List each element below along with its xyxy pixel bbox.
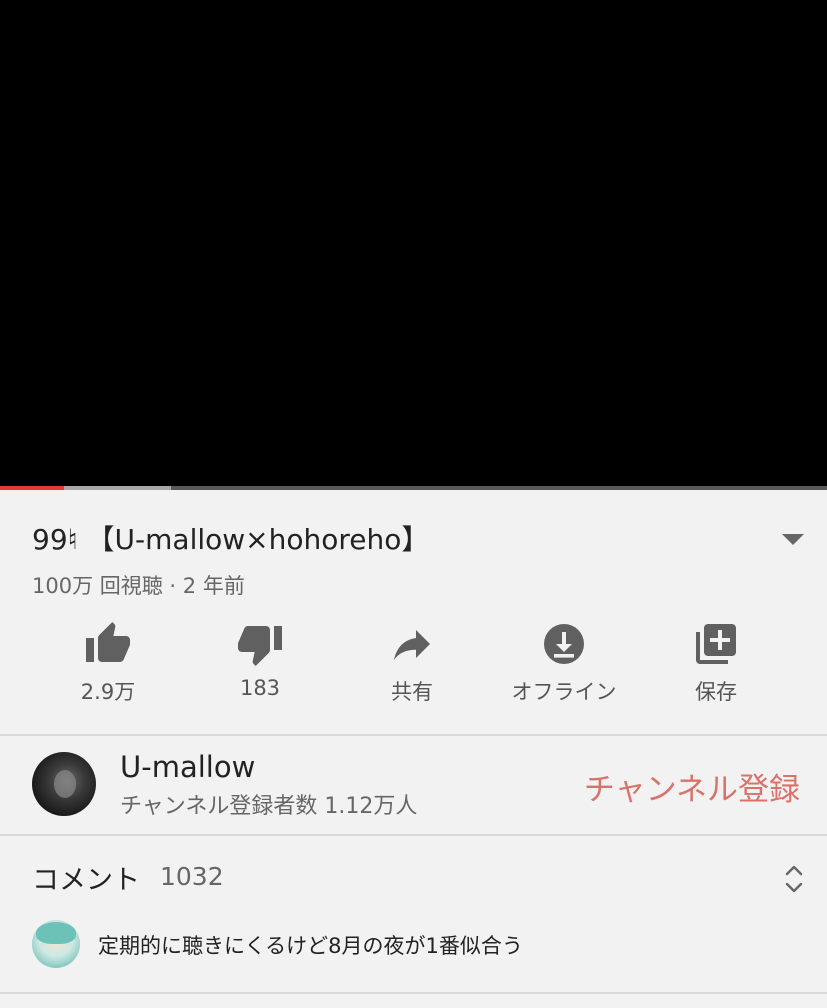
- channel-name[interactable]: U-mallow: [120, 750, 255, 784]
- like-count: 2.9万: [80, 680, 136, 704]
- thumbs-up-icon: [84, 620, 132, 668]
- offline-label: オフライン: [511, 680, 617, 704]
- comments-label: コメント: [32, 865, 140, 896]
- video-player[interactable]: [0, 0, 827, 486]
- like-button[interactable]: 2.9万: [32, 620, 184, 710]
- share-icon: [388, 620, 436, 668]
- share-label: 共有: [391, 680, 433, 704]
- save-button[interactable]: 保存: [640, 620, 792, 710]
- expand-description-icon[interactable]: [782, 534, 804, 545]
- commenter-avatar[interactable]: [32, 920, 80, 968]
- save-label: 保存: [695, 680, 737, 704]
- comments-section[interactable]: コメント 1032 定期的に聴きにくるけど8月の夜が1番似合う: [0, 836, 827, 992]
- divider: [0, 992, 827, 994]
- avatar-image: [54, 770, 76, 798]
- dislike-button[interactable]: 183: [184, 620, 336, 710]
- offline-download-button[interactable]: オフライン: [488, 620, 640, 710]
- action-buttons-row: 2.9万 183 共有 オフライン 保存: [32, 620, 792, 710]
- download-icon: [540, 620, 588, 668]
- top-comment-text: 定期的に聴きにくるけど8月の夜が1番似合う: [98, 934, 523, 958]
- thumbs-down-icon: [236, 620, 284, 668]
- share-button[interactable]: 共有: [336, 620, 488, 710]
- channel-avatar[interactable]: [32, 752, 96, 816]
- subscriber-count: チャンネル登録者数 1.12万人: [120, 794, 418, 819]
- dislike-count: 183: [239, 676, 281, 700]
- avatar-image: [36, 922, 76, 944]
- subscribe-button[interactable]: チャンネル登録: [560, 764, 800, 809]
- video-meta: 100万 回視聴 · 2 年前: [32, 574, 245, 598]
- playlist-add-icon: [692, 620, 740, 668]
- channel-section: U-mallow チャンネル登録者数 1.12万人 チャンネル登録: [0, 736, 827, 834]
- video-title: 99♮ 【U-mallow×hohoreho】: [32, 523, 430, 556]
- video-info-section: 99♮ 【U-mallow×hohoreho】 100万 回視聴 · 2 年前 …: [0, 490, 827, 734]
- expand-collapse-icon[interactable]: [782, 862, 806, 896]
- comments-count: 1032: [160, 862, 224, 891]
